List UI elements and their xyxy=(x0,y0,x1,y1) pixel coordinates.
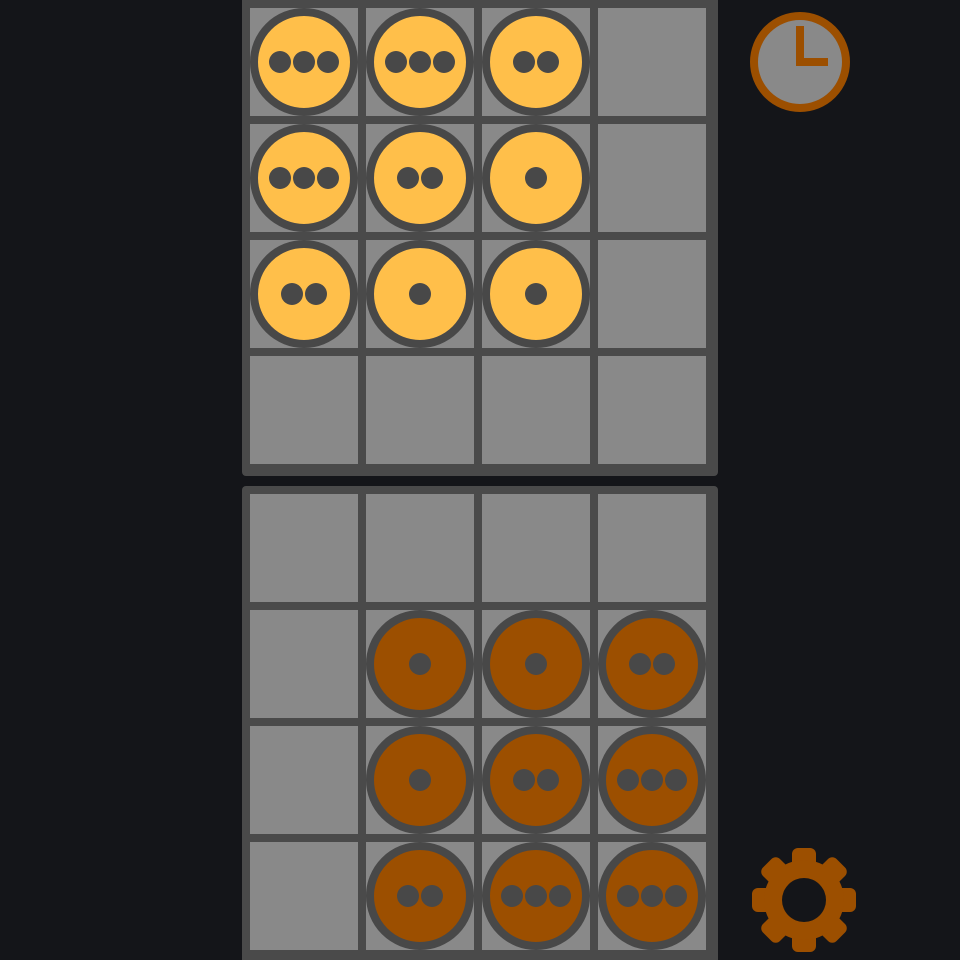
game-screen xyxy=(0,0,960,960)
bottom-piece-2-dot[interactable] xyxy=(366,842,474,950)
bottom-board-cell-r1-c1[interactable] xyxy=(250,494,358,602)
piece-pip xyxy=(537,769,559,791)
piece-pip xyxy=(501,885,523,907)
bottom-board-cell-r1-c4[interactable] xyxy=(598,494,706,602)
top-board-cell-r4-c2[interactable] xyxy=(366,356,474,464)
top-board-cell-r3-c1[interactable] xyxy=(250,240,358,348)
bottom-board-cell-r4-c1[interactable] xyxy=(250,842,358,950)
piece-pip xyxy=(629,653,651,675)
top-piece-3-dot[interactable] xyxy=(250,8,358,116)
top-board-cell-r1-c2[interactable] xyxy=(366,8,474,116)
bottom-board-cell-r2-c2[interactable] xyxy=(366,610,474,718)
piece-pip xyxy=(293,51,315,73)
top-board-cell-r3-c2[interactable] xyxy=(366,240,474,348)
piece-pip xyxy=(525,283,547,305)
bottom-board-cell-r3-c1[interactable] xyxy=(250,726,358,834)
top-board-cell-r2-c1[interactable] xyxy=(250,124,358,232)
bottom-board-cell-r3-c3[interactable] xyxy=(482,726,590,834)
bottom-board-cell-r2-c1[interactable] xyxy=(250,610,358,718)
top-piece-2-dot[interactable] xyxy=(366,124,474,232)
piece-pip xyxy=(281,283,303,305)
piece-pip xyxy=(665,769,687,791)
piece-pip xyxy=(397,167,419,189)
top-board-cell-r1-c3[interactable] xyxy=(482,8,590,116)
bottom-piece-1-dot[interactable] xyxy=(482,610,590,718)
piece-pip xyxy=(385,51,407,73)
piece-pip xyxy=(537,51,559,73)
bottom-board-cell-r3-c4[interactable] xyxy=(598,726,706,834)
piece-pip xyxy=(317,167,339,189)
piece-pip xyxy=(305,283,327,305)
bottom-piece-2-dot[interactable] xyxy=(482,726,590,834)
top-board-cell-r4-c4[interactable] xyxy=(598,356,706,464)
piece-pip xyxy=(641,769,663,791)
piece-pip xyxy=(409,51,431,73)
bottom-board xyxy=(242,486,718,960)
top-board-cell-r1-c4[interactable] xyxy=(598,8,706,116)
piece-pip xyxy=(525,653,547,675)
top-board-cell-r1-c1[interactable] xyxy=(250,8,358,116)
piece-pip xyxy=(525,167,547,189)
piece-pip xyxy=(317,51,339,73)
piece-pip xyxy=(269,167,291,189)
bottom-board-cell-r4-c4[interactable] xyxy=(598,842,706,950)
bottom-piece-2-dot[interactable] xyxy=(598,610,706,718)
piece-pip xyxy=(549,885,571,907)
piece-pip xyxy=(421,167,443,189)
top-board-cell-r2-c3[interactable] xyxy=(482,124,590,232)
piece-pip xyxy=(397,885,419,907)
bottom-board-cell-r2-c3[interactable] xyxy=(482,610,590,718)
piece-pip xyxy=(617,769,639,791)
piece-pip xyxy=(409,283,431,305)
piece-pip xyxy=(665,885,687,907)
piece-pip xyxy=(513,51,535,73)
bottom-board-cell-r3-c2[interactable] xyxy=(366,726,474,834)
piece-pip xyxy=(641,885,663,907)
piece-pip xyxy=(617,885,639,907)
top-piece-2-dot[interactable] xyxy=(250,240,358,348)
top-board-cell-r2-c4[interactable] xyxy=(598,124,706,232)
bottom-piece-3-dot[interactable] xyxy=(598,726,706,834)
piece-pip xyxy=(409,769,431,791)
bottom-piece-1-dot[interactable] xyxy=(366,610,474,718)
top-piece-1-dot[interactable] xyxy=(482,240,590,348)
top-board-cell-r4-c3[interactable] xyxy=(482,356,590,464)
top-board-cell-r4-c1[interactable] xyxy=(250,356,358,464)
timer-button[interactable] xyxy=(748,12,852,116)
bottom-piece-3-dot[interactable] xyxy=(598,842,706,950)
bottom-board-cell-r4-c2[interactable] xyxy=(366,842,474,950)
top-piece-2-dot[interactable] xyxy=(482,8,590,116)
top-board-cell-r3-c3[interactable] xyxy=(482,240,590,348)
top-piece-3-dot[interactable] xyxy=(366,8,474,116)
clock-icon xyxy=(750,12,850,112)
piece-pip xyxy=(525,885,547,907)
bottom-board-cell-r2-c4[interactable] xyxy=(598,610,706,718)
settings-button[interactable] xyxy=(750,846,858,954)
bottom-piece-1-dot[interactable] xyxy=(366,726,474,834)
gear-icon xyxy=(752,848,856,952)
top-board xyxy=(242,0,718,476)
top-board-cell-r3-c4[interactable] xyxy=(598,240,706,348)
top-piece-1-dot[interactable] xyxy=(366,240,474,348)
piece-pip xyxy=(513,769,535,791)
bottom-board-cell-r4-c3[interactable] xyxy=(482,842,590,950)
piece-pip xyxy=(433,51,455,73)
piece-pip xyxy=(653,653,675,675)
top-piece-3-dot[interactable] xyxy=(250,124,358,232)
piece-pip xyxy=(293,167,315,189)
bottom-board-cell-r1-c3[interactable] xyxy=(482,494,590,602)
piece-pip xyxy=(269,51,291,73)
bottom-board-cell-r1-c2[interactable] xyxy=(366,494,474,602)
top-board-cell-r2-c2[interactable] xyxy=(366,124,474,232)
top-piece-1-dot[interactable] xyxy=(482,124,590,232)
piece-pip xyxy=(409,653,431,675)
bottom-piece-3-dot[interactable] xyxy=(482,842,590,950)
piece-pip xyxy=(421,885,443,907)
